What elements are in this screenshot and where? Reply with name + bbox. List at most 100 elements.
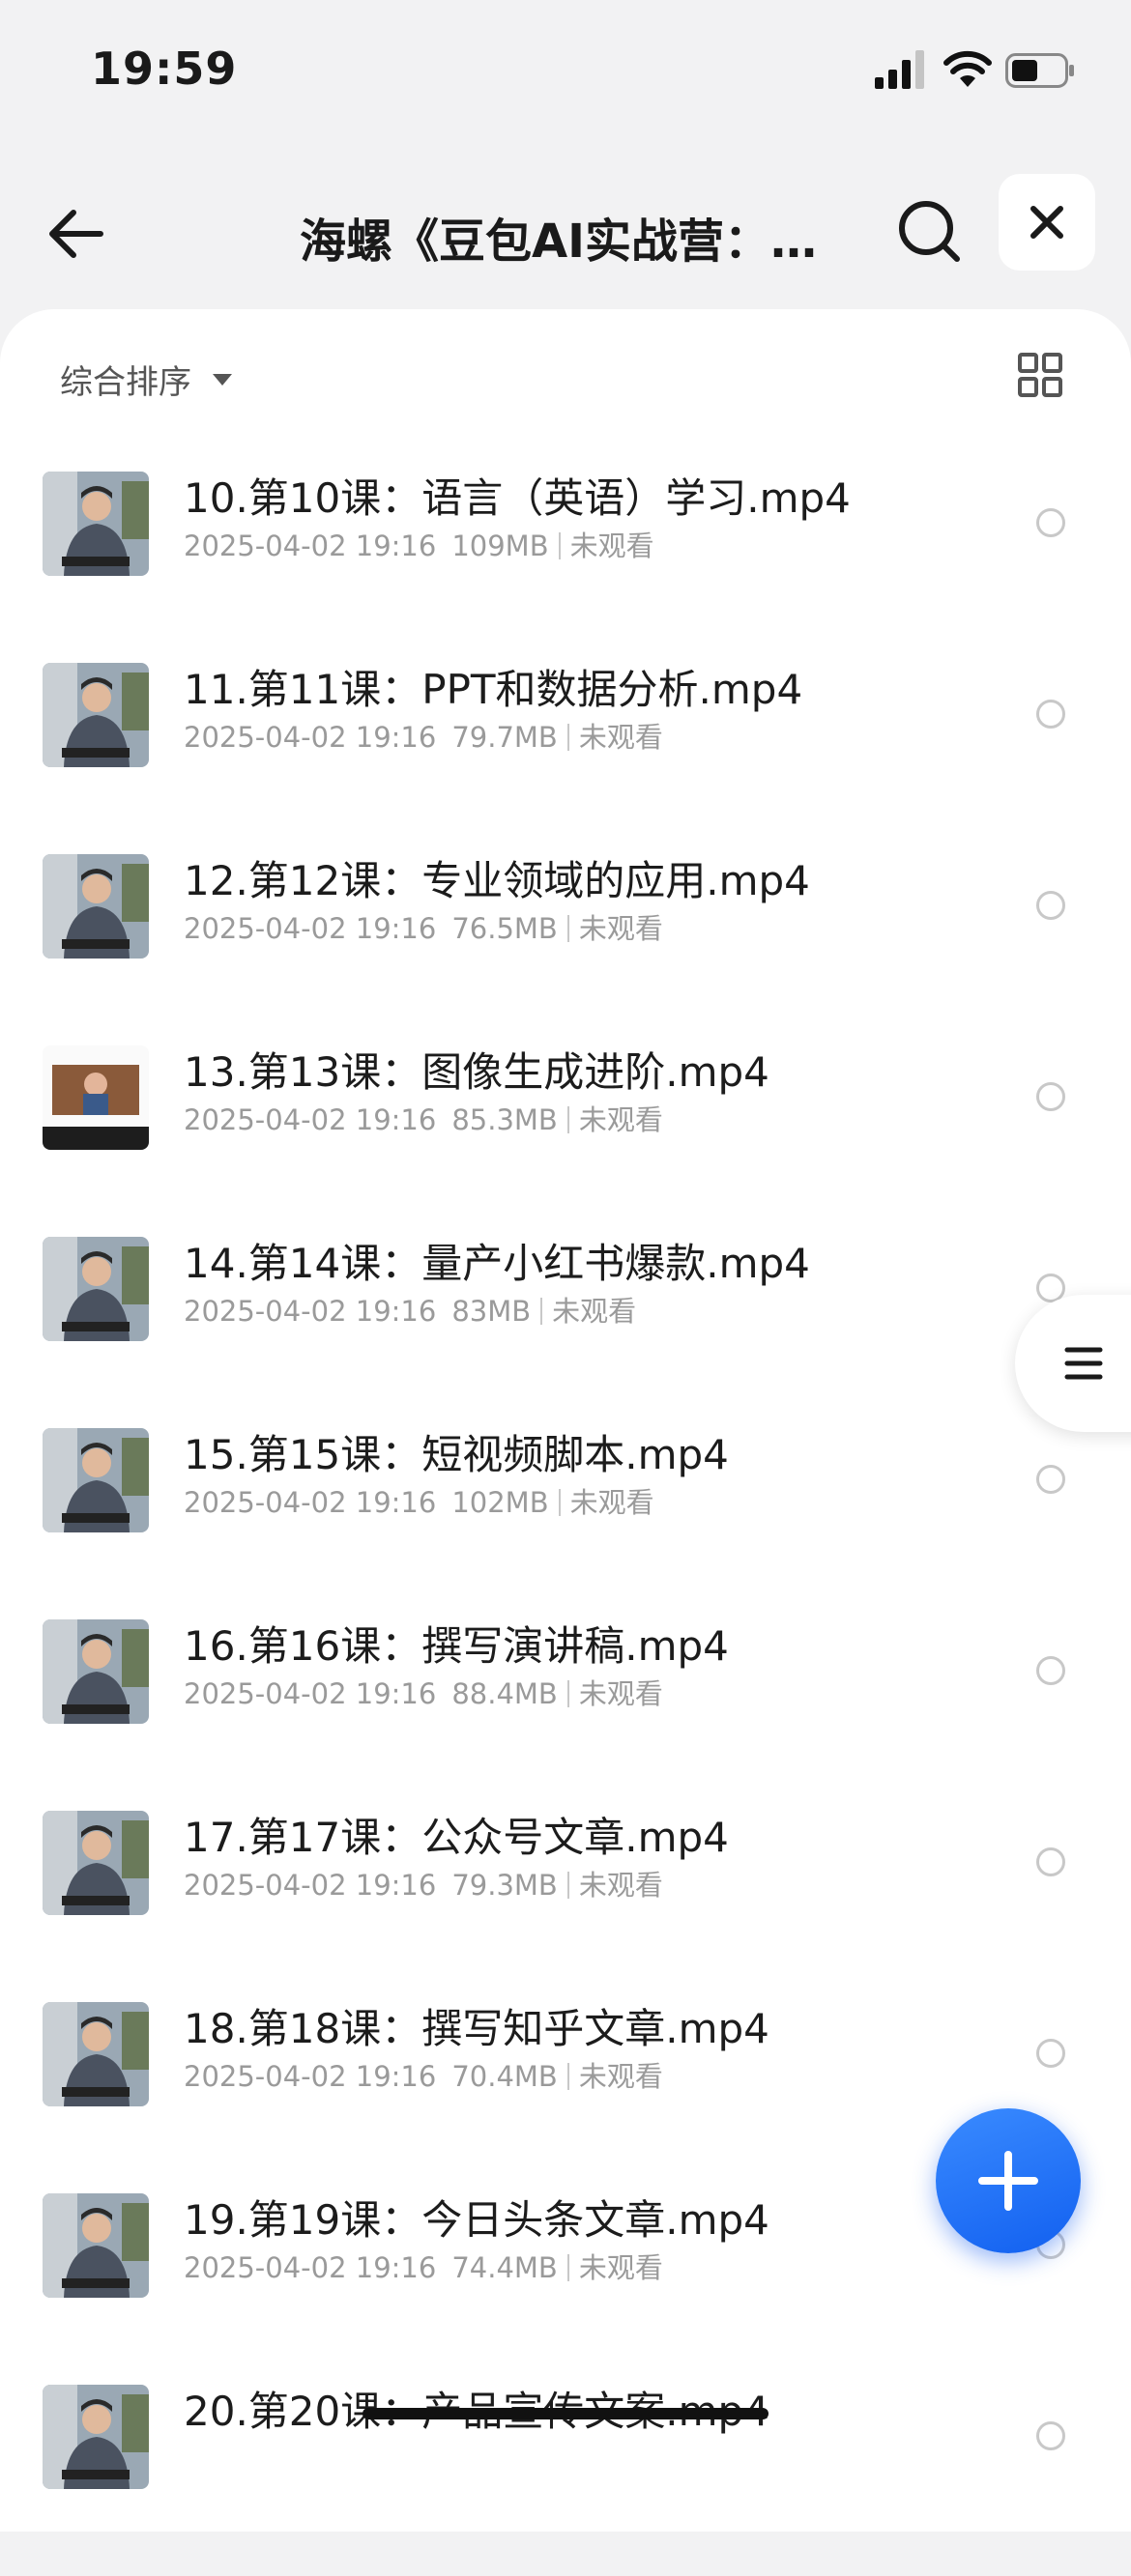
- file-meta: 2025-04-02 19:16 102MB 未观看: [184, 1480, 654, 1521]
- file-date: 2025-04-02 19:16: [184, 1103, 437, 1136]
- video-thumbnail: [43, 2385, 149, 2489]
- file-name: 10.第10课：语言（英语）学习.mp4: [184, 474, 851, 522]
- file-meta: 2025-04-02 19:16 76.5MB 未观看: [184, 906, 663, 947]
- meta-separator: [540, 1298, 543, 1325]
- file-size: 79.3MB: [451, 1869, 558, 1902]
- watch-status: 未观看: [578, 1103, 663, 1136]
- video-thumbnail: [43, 2002, 149, 2106]
- menu-icon: [1064, 1347, 1103, 1380]
- file-name: 19.第19课：今日头条文章.mp4: [184, 2196, 769, 2244]
- file-row[interactable]: 15.第15课：短视频脚本.mp4 2025-04-02 19:16 102MB 未观…: [0, 1428, 1131, 1619]
- watch-status: 未观看: [578, 721, 663, 754]
- video-thumbnail: [43, 1045, 149, 1150]
- select-radio[interactable]: [1036, 1656, 1065, 1685]
- watch-status: 未观看: [552, 1295, 637, 1328]
- select-radio[interactable]: [1036, 1082, 1065, 1111]
- plus-icon: [978, 2151, 1038, 2211]
- video-thumbnail: [43, 1619, 149, 1724]
- sort-label: 综合排序: [60, 363, 191, 402]
- file-name: 12.第12课：专业领域的应用.mp4: [184, 857, 810, 904]
- select-radio[interactable]: [1036, 700, 1065, 729]
- watch-status: 未观看: [569, 530, 654, 562]
- battery-icon: [1005, 53, 1074, 88]
- wifi-icon: [943, 50, 992, 87]
- file-meta: 2025-04-02 19:16 109MB 未观看: [184, 524, 654, 564]
- file-meta: 2025-04-02 19:16 88.4MB 未观看: [184, 1672, 663, 1712]
- file-row[interactable]: 13.第13课：图像生成进阶.mp4 2025-04-02 19:16 85.3MB…: [0, 1045, 1131, 1237]
- file-size: 76.5MB: [451, 912, 558, 945]
- file-list: 10.第10课：语言（英语）学习.mp4 2025-04-02 19:16 109M…: [0, 472, 1131, 2576]
- file-date: 2025-04-02 19:16: [184, 1486, 437, 1519]
- video-thumbnail: [43, 1811, 149, 1915]
- file-date: 2025-04-02 19:16: [184, 721, 437, 754]
- select-radio[interactable]: [1036, 891, 1065, 920]
- file-meta: 2025-04-02 19:16 79.7MB 未观看: [184, 715, 663, 756]
- watch-status: 未观看: [569, 1486, 654, 1519]
- meta-separator: [566, 1872, 569, 1899]
- file-meta: 2025-04-02 19:16 70.4MB 未观看: [184, 2054, 663, 2095]
- select-radio[interactable]: [1036, 2039, 1065, 2068]
- watch-status: 未观看: [578, 2060, 663, 2093]
- file-name: 18.第18课：撰写知乎文章.mp4: [184, 2005, 769, 2052]
- file-date: 2025-04-02 19:16: [184, 1869, 437, 1902]
- side-menu-button[interactable]: [1015, 1295, 1131, 1432]
- file-name: 15.第15课：短视频脚本.mp4: [184, 1431, 729, 1478]
- home-indicator[interactable]: [362, 2408, 768, 2419]
- close-button[interactable]: [999, 174, 1095, 271]
- file-name: 14.第14课：量产小红书爆款.mp4: [184, 1240, 810, 1287]
- file-size: 102MB: [451, 1486, 549, 1519]
- video-thumbnail: [43, 1428, 149, 1532]
- video-thumbnail: [43, 663, 149, 767]
- sort-dropdown[interactable]: 综合排序: [60, 356, 232, 403]
- file-row[interactable]: 17.第17课：公众号文章.mp4 2025-04-02 19:16 79.3MB 未…: [0, 1811, 1131, 2002]
- file-row[interactable]: 16.第16课：撰写演讲稿.mp4 2025-04-02 19:16 88.4MB 未…: [0, 1619, 1131, 1811]
- file-date: 2025-04-02 19:16: [184, 2251, 437, 2284]
- file-row[interactable]: 14.第14课：量产小红书爆款.mp4 2025-04-02 19:16 83MB 未…: [0, 1237, 1131, 1428]
- file-date: 2025-04-02 19:16: [184, 912, 437, 945]
- file-name: 17.第17课：公众号文章.mp4: [184, 1814, 729, 1861]
- watch-status: 未观看: [578, 2251, 663, 2284]
- file-date: 2025-04-02 19:16: [184, 1295, 437, 1328]
- watch-status: 未观看: [578, 912, 663, 945]
- meta-separator: [566, 724, 569, 751]
- file-size: 70.4MB: [451, 2060, 558, 2093]
- video-thumbnail: [43, 2193, 149, 2298]
- file-row[interactable]: 12.第12课：专业领域的应用.mp4 2025-04-02 19:16 76.5M…: [0, 854, 1131, 1045]
- select-radio[interactable]: [1036, 508, 1065, 537]
- file-name: 11.第11课：PPT和数据分析.mp4: [184, 666, 803, 713]
- file-size: 85.3MB: [451, 1103, 558, 1136]
- select-radio[interactable]: [1036, 1847, 1065, 1876]
- search-icon[interactable]: [891, 193, 967, 269]
- file-meta: 2025-04-02 19:16 79.3MB 未观看: [184, 1863, 663, 1903]
- meta-separator: [566, 1680, 569, 1707]
- video-thumbnail: [43, 472, 149, 576]
- add-button[interactable]: [936, 2108, 1081, 2253]
- caret-down-icon: [213, 373, 232, 386]
- watch-status: 未观看: [578, 1869, 663, 1902]
- meta-separator: [566, 915, 569, 942]
- file-row[interactable]: 11.第11课：PPT和数据分析.mp4 2025-04-02 19:16 79.7…: [0, 663, 1131, 854]
- cellular-signal-icon: [875, 50, 924, 89]
- file-date: 2025-04-02 19:16: [184, 2060, 437, 2093]
- file-name: 13.第13课：图像生成进阶.mp4: [184, 1048, 769, 1096]
- meta-separator: [566, 2063, 569, 2090]
- video-thumbnail: [43, 1237, 149, 1341]
- meta-separator: [566, 2254, 569, 2281]
- file-meta: 2025-04-02 19:16 85.3MB 未观看: [184, 1098, 663, 1138]
- meta-separator: [558, 1489, 561, 1516]
- meta-separator: [566, 1106, 569, 1133]
- status-time: 19:59: [91, 43, 238, 95]
- back-arrow-icon[interactable]: [41, 195, 118, 272]
- select-radio[interactable]: [1036, 1465, 1065, 1494]
- file-date: 2025-04-02 19:16: [184, 1677, 437, 1710]
- file-row[interactable]: 10.第10课：语言（英语）学习.mp4 2025-04-02 19:16 109M…: [0, 472, 1131, 663]
- file-date: 2025-04-02 19:16: [184, 530, 437, 562]
- file-size: 109MB: [451, 530, 549, 562]
- nav-header: 海螺《豆包AI实战营：...: [0, 164, 1131, 280]
- page-title: 海螺《豆包AI实战营：...: [300, 215, 822, 269]
- file-size: 88.4MB: [451, 1677, 558, 1710]
- file-meta: 2025-04-02 19:16 74.4MB 未观看: [184, 2246, 663, 2286]
- grid-view-icon[interactable]: [1017, 352, 1063, 398]
- meta-separator: [558, 532, 561, 559]
- file-size: 83MB: [451, 1295, 532, 1328]
